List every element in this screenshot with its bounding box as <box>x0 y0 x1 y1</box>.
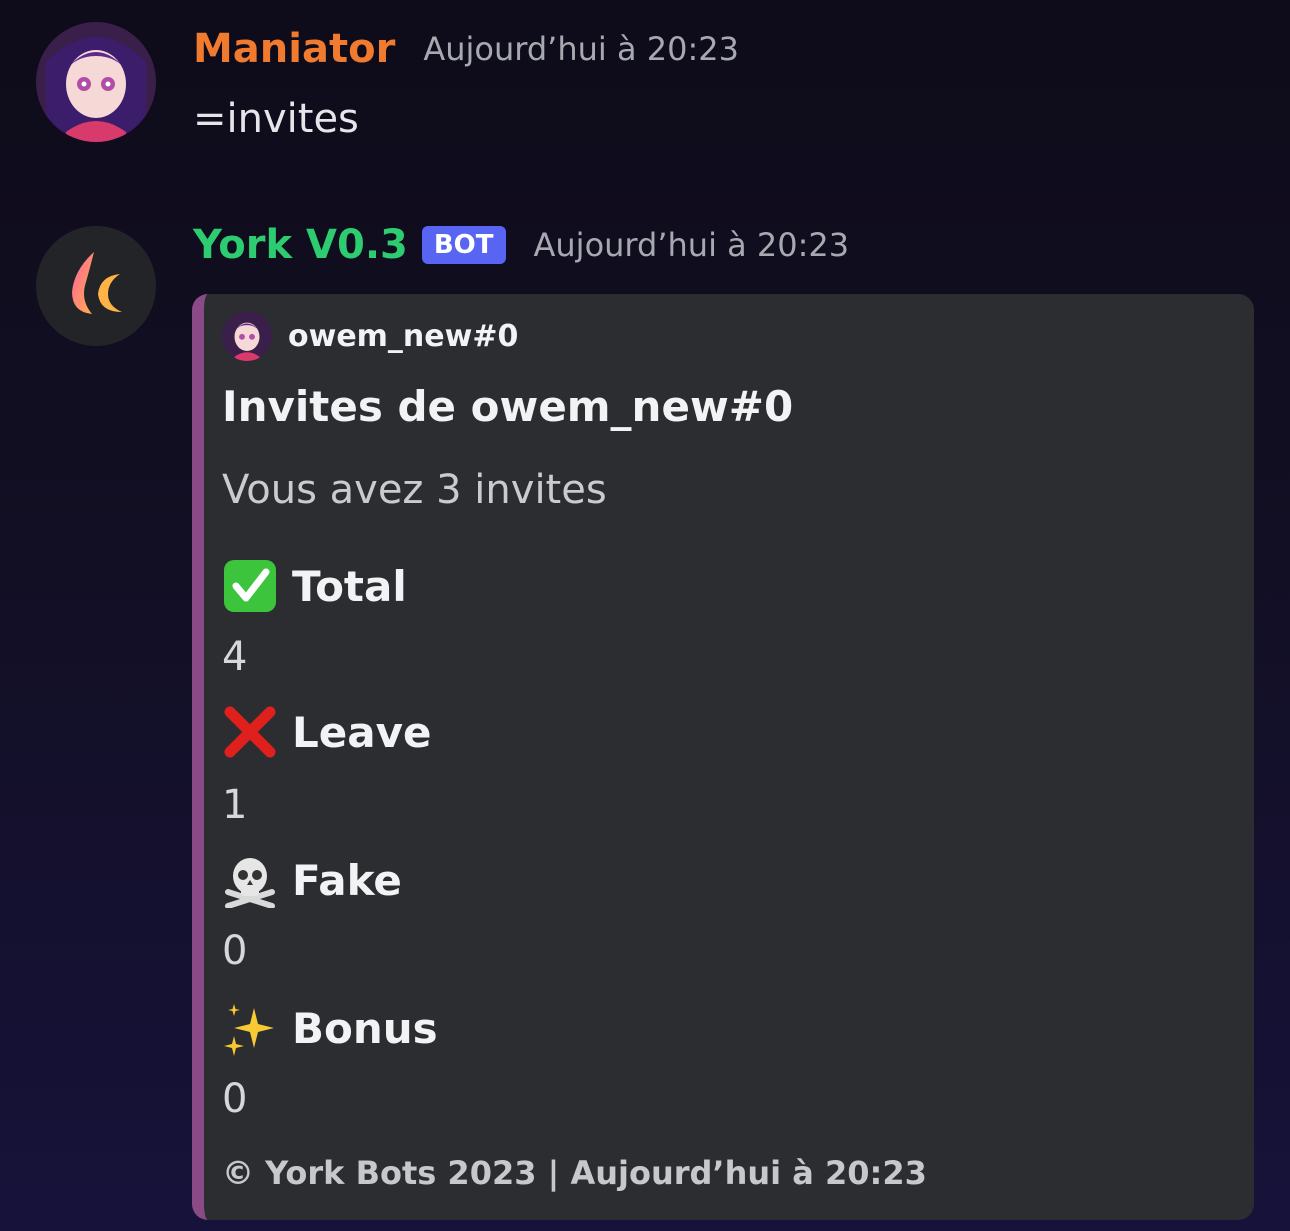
field-value-fake: 0 <box>222 928 248 974</box>
username[interactable]: Maniator <box>193 26 395 72</box>
field-value-leave: 1 <box>222 782 248 828</box>
embed-description: Vous avez 3 invites <box>222 467 607 513</box>
author-avatar[interactable] <box>222 311 272 361</box>
field-label: Leave <box>292 707 432 757</box>
message-content: =invites <box>193 96 359 142</box>
timestamp: Aujourd’hui à 20:23 <box>423 30 739 68</box>
timestamp: Aujourd’hui à 20:23 <box>533 226 850 264</box>
field-label: Fake <box>292 855 402 905</box>
bot-username[interactable]: York V0.3 <box>193 222 408 268</box>
sparkles-icon <box>222 1000 278 1056</box>
skull-crossbones-icon <box>222 852 278 909</box>
bot-avatar[interactable] <box>36 226 156 346</box>
embed-author: owem_new#0 <box>222 311 518 361</box>
field-name-leave: Leave <box>222 704 431 760</box>
field-name-fake: Fake <box>222 852 402 909</box>
user-avatar[interactable] <box>36 22 156 142</box>
bot-tag: BOT <box>421 226 506 264</box>
field-name-total: Total <box>222 558 407 614</box>
embed-title: Invites de owem_new#0 <box>222 382 794 431</box>
field-value-bonus: 0 <box>222 1076 248 1122</box>
check-mark-icon <box>222 558 278 614</box>
field-label: Bonus <box>292 1003 438 1053</box>
message-header: York V0.3 BOT Aujourd’hui à 20:23 <box>193 222 849 268</box>
message-header: Maniator Aujourd’hui à 20:23 <box>193 26 739 72</box>
field-name-bonus: Bonus <box>222 1000 438 1056</box>
embed-author-name[interactable]: owem_new#0 <box>288 319 518 354</box>
embed-footer: © York Bots 2023 | Aujourd’hui à 20:23 <box>222 1154 927 1192</box>
field-label: Total <box>292 561 407 611</box>
embed-card: owem_new#0 Invites de owem_new#0 Vous av… <box>192 294 1254 1220</box>
field-value-total: 4 <box>222 634 248 680</box>
cross-mark-icon <box>222 704 278 760</box>
